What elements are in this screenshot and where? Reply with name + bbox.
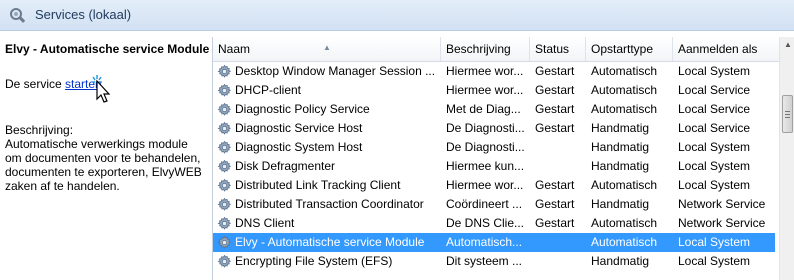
service-gear-icon	[217, 235, 232, 250]
scrollbar-thumb[interactable]	[782, 95, 793, 133]
service-row[interactable]: Diagnostic System Host De Diagnosti... Han…	[213, 138, 775, 157]
service-row[interactable]: Desktop Window Manager Session ... Hierme…	[213, 62, 775, 81]
service-logon-cell: Local System	[678, 64, 751, 78]
service-description-cell: Dit systeem ...	[446, 254, 523, 268]
service-status-cell: Gestart	[535, 216, 575, 230]
service-row[interactable]: Disk Defragmenter Hiermee kun... Handmatig…	[213, 157, 775, 176]
service-description-cell: Hiermee wor...	[446, 178, 524, 192]
vertical-scrollbar[interactable]: ▲	[779, 37, 794, 280]
service-gear-icon	[217, 102, 232, 117]
service-logon-cell: Local System	[678, 178, 751, 192]
column-header-name-label: Naam	[218, 42, 251, 56]
service-startup-cell: Handmatig	[591, 254, 650, 268]
service-name-cell: Distributed Link Tracking Client	[235, 178, 401, 192]
service-details-pane: Elvy - Automatische service Module De se…	[0, 31, 210, 280]
service-logon-cell: Local Service	[678, 102, 751, 116]
service-gear-icon	[217, 140, 232, 155]
service-status-cell	[535, 157, 589, 176]
service-gear-icon	[217, 64, 232, 79]
window-title: Services (lokaal)	[35, 7, 132, 22]
service-name-cell: Encrypting File System (EFS)	[235, 254, 393, 268]
title-bar: Services (lokaal)	[0, 0, 794, 31]
service-description-cell: Met de Diag...	[446, 102, 521, 116]
service-logon-cell: Local Service	[678, 121, 751, 135]
description-text: Automatische verwerkings module om docum…	[5, 137, 202, 193]
service-row[interactable]: Distributed Link Tracking Client Hiermee …	[213, 176, 775, 195]
list-rows: Desktop Window Manager Session ... Hierme…	[213, 62, 779, 280]
service-status-cell: Gestart	[535, 83, 575, 97]
start-prefix: De service	[5, 77, 66, 91]
service-name-cell: Desktop Window Manager Session ...	[235, 64, 436, 78]
service-startup-cell: Automatisch	[591, 235, 658, 249]
service-logon-cell: Local System	[678, 235, 751, 249]
service-startup-cell: Automatisch	[591, 216, 658, 230]
service-name-cell: DNS Client	[235, 216, 295, 230]
service-name-cell: Disk Defragmenter	[235, 159, 336, 173]
list-header: ▲ Naam Beschrijving Status Opstarttype A…	[213, 37, 779, 62]
service-row[interactable]: Encrypting File System (EFS) Dit systeem …	[213, 252, 775, 271]
service-name-cell: Diagnostic Policy Service	[235, 102, 370, 116]
service-description-cell: Automatisch...	[446, 235, 523, 249]
service-startup-cell: Handmatig	[591, 197, 650, 211]
service-status-cell	[535, 252, 589, 271]
service-status-cell: Gestart	[535, 64, 575, 78]
service-gear-icon	[217, 178, 232, 193]
service-logon-cell: Network Service	[678, 197, 766, 211]
service-gear-icon	[217, 159, 232, 174]
sort-ascending-icon: ▲	[323, 43, 331, 52]
service-gear-icon	[217, 197, 232, 212]
service-status-cell: Gestart	[535, 197, 575, 211]
service-status-cell	[535, 233, 589, 252]
service-name-cell: DHCP-client	[235, 83, 302, 97]
column-header-startup-type[interactable]: Opstarttype	[586, 37, 673, 61]
service-startup-cell: Automatisch	[591, 102, 658, 116]
service-description-cell: Hiermee kun...	[446, 159, 525, 173]
service-row[interactable]: Distributed Transaction Coordinator Coörd…	[213, 195, 775, 214]
description-label: Beschrijving:	[5, 123, 74, 137]
service-status-cell: Gestart	[535, 178, 575, 192]
selected-service-title: Elvy - Automatische service Module	[5, 42, 210, 56]
service-status-cell	[535, 138, 589, 157]
service-description-cell: Hiermee wor...	[446, 64, 524, 78]
column-header-status[interactable]: Status	[530, 37, 586, 61]
services-icon	[10, 8, 26, 23]
service-startup-cell: Automatisch	[591, 83, 658, 97]
service-description-cell: De DNS Clie...	[446, 216, 525, 230]
service-gear-icon	[217, 83, 232, 98]
service-logon-cell: Network Service	[678, 216, 766, 230]
service-startup-cell: Automatisch	[591, 178, 658, 192]
service-description-cell: Coördineert ...	[446, 197, 523, 211]
service-gear-icon	[217, 254, 232, 269]
service-name-cell: Diagnostic Service Host	[235, 121, 363, 135]
service-startup-cell: Automatisch	[591, 64, 658, 78]
service-status-cell: Gestart	[535, 121, 575, 135]
service-description-cell: De Diagnosti...	[446, 140, 525, 154]
service-row[interactable]: Diagnostic Service Host De Diagnosti... Ge…	[213, 119, 775, 138]
service-status-cell: Gestart	[535, 102, 575, 116]
column-header-description[interactable]: Beschrijving	[441, 37, 530, 61]
services-list: ▲ Naam Beschrijving Status Opstarttype A…	[212, 37, 794, 280]
service-row[interactable]: Diagnostic Policy Service Met de Diag... G…	[213, 100, 775, 119]
service-gear-icon	[217, 121, 232, 136]
service-row-selected[interactable]: Elvy - Automatische service Module Automa…	[213, 233, 775, 252]
service-gear-icon	[217, 216, 232, 231]
service-row[interactable]: DHCP-client Hiermee wor... Gestart Automati…	[213, 81, 775, 100]
column-header-logon[interactable]: Aanmelden als	[673, 37, 779, 61]
scroll-up-icon[interactable]: ▲	[780, 37, 794, 53]
busy-cursor-icon	[92, 75, 111, 103]
service-name-cell: Diagnostic System Host	[235, 140, 363, 154]
service-name-cell: Distributed Transaction Coordinator	[235, 197, 424, 211]
service-logon-cell: Local System	[678, 254, 751, 268]
service-row[interactable]: DNS Client De DNS Clie... Gestart Automatis…	[213, 214, 775, 233]
service-description-cell: Hiermee wor...	[446, 83, 524, 97]
service-description-cell: De Diagnosti...	[446, 121, 525, 135]
service-startup-cell: Handmatig	[591, 121, 650, 135]
column-header-name[interactable]: ▲ Naam	[213, 37, 441, 61]
service-name-cell: Elvy - Automatische service Module	[235, 235, 425, 249]
service-startup-cell: Handmatig	[591, 159, 650, 173]
service-logon-cell: Local System	[678, 159, 751, 173]
service-logon-cell: Local System	[678, 140, 751, 154]
service-startup-cell: Handmatig	[591, 140, 650, 154]
service-logon-cell: Local Service	[678, 83, 751, 97]
